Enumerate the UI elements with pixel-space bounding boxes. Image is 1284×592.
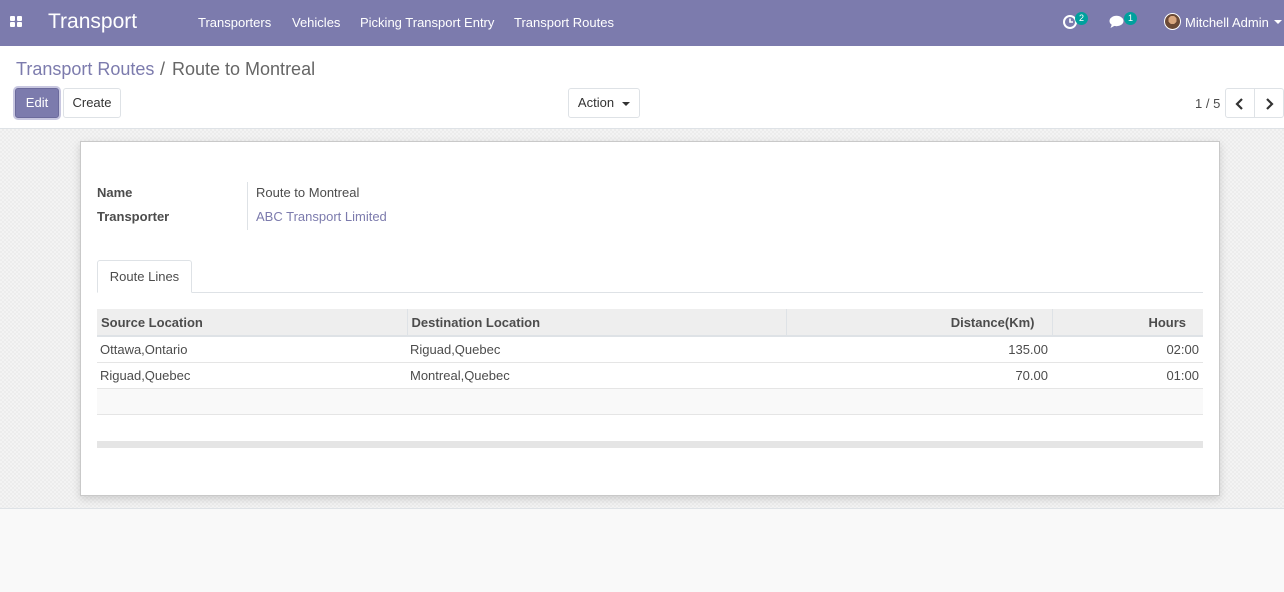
pager-previous-button[interactable] xyxy=(1225,88,1255,118)
avatar[interactable] xyxy=(1164,13,1181,30)
chevron-down-icon[interactable] xyxy=(1274,20,1282,24)
cell-distance: 70.00 xyxy=(786,362,1052,389)
control-panel: Transport Routes / Route to Montreal Edi… xyxy=(0,46,1284,129)
cell-distance: 135.00 xyxy=(786,336,1052,363)
cell-hours: 01:00 xyxy=(1052,362,1203,389)
activity-count-badge: 2 xyxy=(1075,12,1088,25)
tabs-divider xyxy=(97,292,1203,293)
menu-item-picking-transport-entry[interactable]: Picking Transport Entry xyxy=(360,15,494,30)
column-header-hours[interactable]: Hours xyxy=(1052,309,1203,337)
transporter-field-link[interactable]: ABC Transport Limited xyxy=(256,209,387,224)
cell-hours: 02:00 xyxy=(1052,336,1203,363)
user-menu[interactable]: Mitchell Admin xyxy=(1185,15,1269,30)
cell-destination-location: Montreal,Quebec xyxy=(407,362,786,389)
form-sheet: Name Transporter Route to Montreal ABC T… xyxy=(80,141,1220,496)
caret-down-icon[interactable] xyxy=(622,102,630,106)
pager-next-button[interactable] xyxy=(1254,88,1284,118)
menu-item-transporters[interactable]: Transporters xyxy=(198,15,271,30)
empty-table-row xyxy=(97,414,1203,440)
table-row[interactable]: Ottawa,Ontario Riguad,Quebec 135.00 02:0… xyxy=(97,336,1203,363)
breadcrumb-separator: / xyxy=(160,59,166,79)
column-header-source-location[interactable]: Source Location xyxy=(97,309,408,337)
menu-item-vehicles[interactable]: Vehicles xyxy=(292,15,340,30)
top-navbar: Transport Transporters Vehicles Picking … xyxy=(0,0,1284,46)
tab-route-lines[interactable]: Route Lines xyxy=(97,260,192,293)
column-header-distance[interactable]: Distance(Km) xyxy=(786,309,1053,337)
create-button[interactable]: Create xyxy=(63,88,121,118)
field-divider xyxy=(247,182,248,230)
name-field-label: Name xyxy=(97,185,133,200)
route-lines-table: Source Location Destination Location Dis… xyxy=(97,309,1203,440)
edit-button[interactable]: Edit xyxy=(15,88,59,118)
breadcrumb-current: Route to Montreal xyxy=(172,59,316,79)
message-count-badge: 1 xyxy=(1124,12,1137,25)
table-footer xyxy=(97,441,1203,448)
table-header-row: Source Location Destination Location Dis… xyxy=(97,309,1203,337)
breadcrumb-parent-link[interactable]: Transport Routes xyxy=(16,59,154,80)
table-row[interactable]: Riguad,Quebec Montreal,Quebec 70.00 01:0… xyxy=(97,362,1203,389)
pager-value[interactable]: 1 / 5 xyxy=(1195,96,1220,111)
empty-table-row xyxy=(97,388,1203,415)
cell-destination-location: Riguad,Quebec xyxy=(407,336,786,363)
chevron-left-icon xyxy=(1235,98,1243,110)
transporter-field-label: Transporter xyxy=(97,209,170,224)
cell-source-location: Ottawa,Ontario xyxy=(97,336,407,363)
app-title[interactable]: Transport xyxy=(48,10,137,34)
form-view-background: Name Transporter Route to Montreal ABC T… xyxy=(0,129,1284,509)
name-field-value: Route to Montreal xyxy=(256,185,360,200)
menu-item-transport-routes[interactable]: Transport Routes xyxy=(514,15,614,30)
chevron-right-icon xyxy=(1266,98,1274,110)
column-header-destination-location[interactable]: Destination Location xyxy=(407,309,787,337)
apps-grid-icon[interactable] xyxy=(10,16,23,28)
cell-source-location: Riguad,Quebec xyxy=(97,362,407,389)
